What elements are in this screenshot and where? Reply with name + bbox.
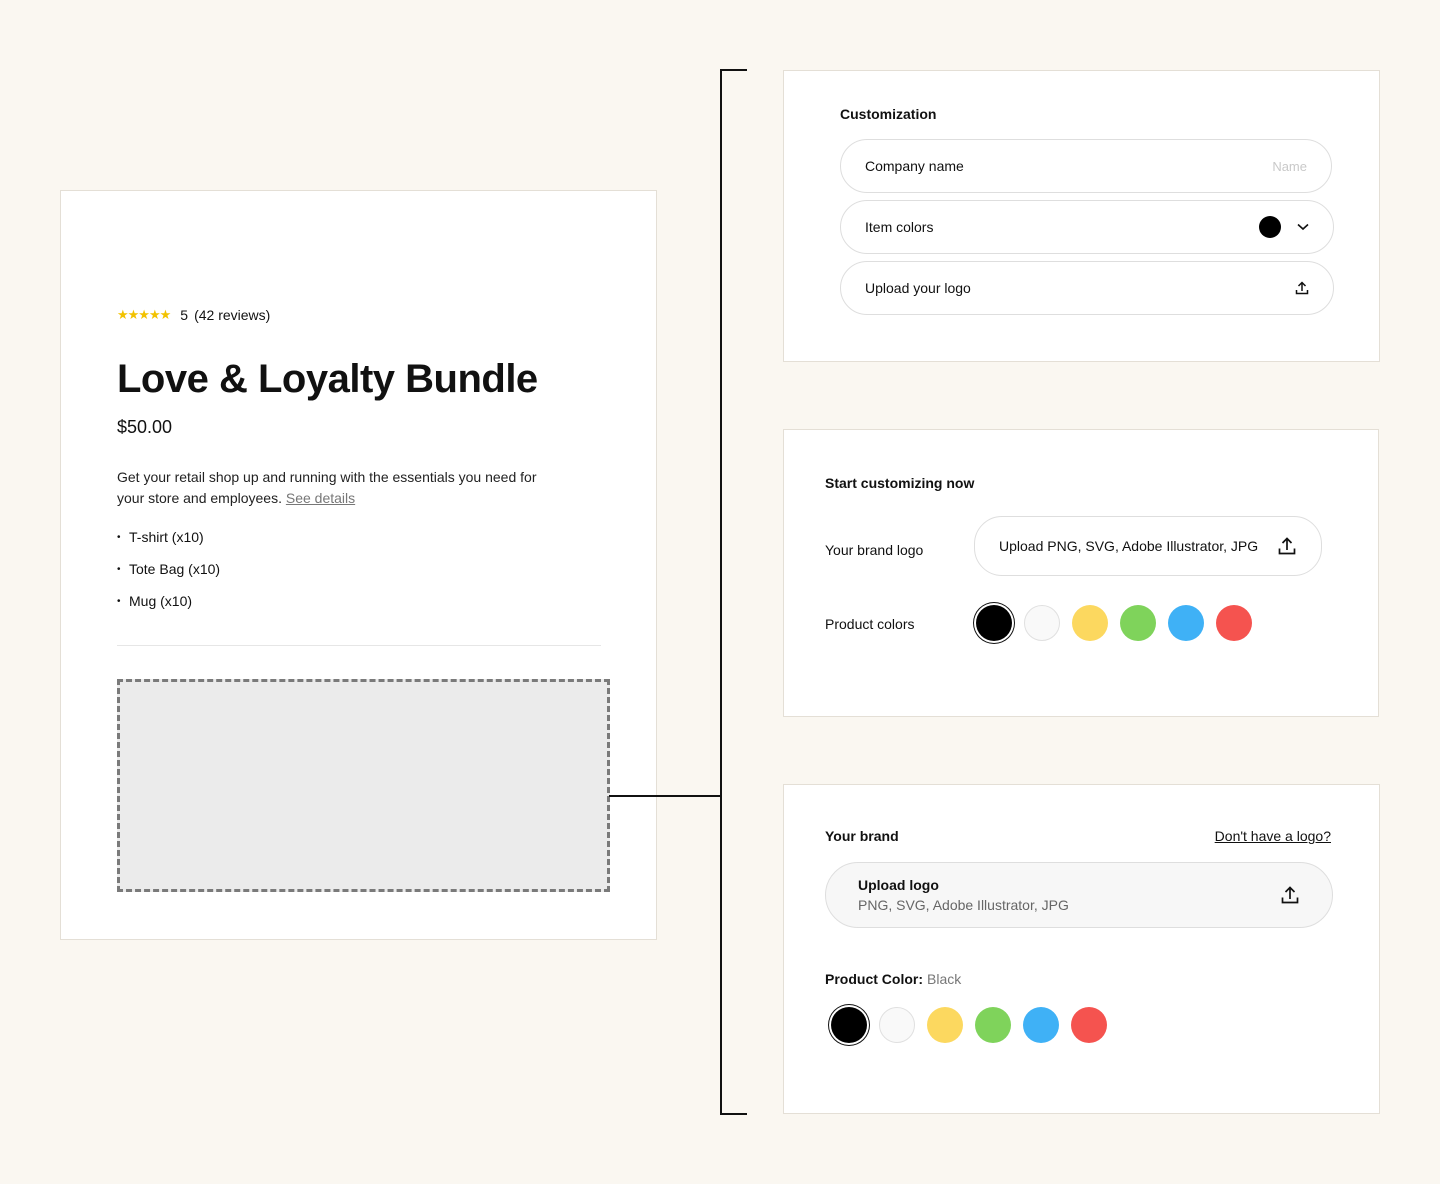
color-swatch-red[interactable]: [1216, 605, 1252, 641]
item-colors-select[interactable]: Item colors: [840, 200, 1334, 254]
product-colors-label: Product colors: [825, 616, 915, 632]
field-label: Company name: [865, 158, 964, 174]
color-swatch-blue[interactable]: [1023, 1007, 1059, 1043]
review-count: (42 reviews): [194, 307, 271, 323]
color-swatch-black[interactable]: [831, 1007, 867, 1043]
customization-variant-b: Start customizing now Your brand logo Up…: [783, 429, 1379, 717]
customization-placeholder: [117, 679, 610, 892]
upload-logo-button[interactable]: Upload your logo: [840, 261, 1334, 315]
product-card: ★★★★★ 5 (42 reviews) Love & Loyalty Bund…: [60, 190, 657, 940]
color-swatches: [976, 605, 1264, 641]
field-label: Item colors: [865, 219, 934, 235]
product-price: $50.00: [117, 417, 173, 437]
product-color-label: Product Color: Black: [825, 971, 961, 987]
upload-text: Upload PNG, SVG, Adobe Illustrator, JPG: [999, 538, 1259, 554]
color-swatch-green[interactable]: [1120, 605, 1156, 641]
list-item: • T-shirt (x10): [117, 527, 220, 559]
bundle-items: • T-shirt (x10) • Tote Bag (x10) • Mug (x10…: [117, 527, 220, 623]
bracket-vertical: [720, 69, 722, 1115]
bullet-icon: •: [117, 596, 121, 607]
field-label: Upload your logo: [865, 280, 971, 296]
customization-variant-c: Your brand Don't have a logo? Upload log…: [783, 784, 1380, 1114]
chevron-down-icon: [1297, 223, 1309, 231]
upload-logo-button[interactable]: Upload PNG, SVG, Adobe Illustrator, JPG: [974, 516, 1322, 576]
upload-formats: PNG, SVG, Adobe Illustrator, JPG: [858, 897, 1069, 913]
upload-logo-dropzone[interactable]: Upload logo PNG, SVG, Adobe Illustrator,…: [825, 862, 1333, 928]
color-swatch-black[interactable]: [976, 605, 1012, 641]
color-swatch-yellow[interactable]: [1072, 605, 1108, 641]
section-title: Your brand: [825, 828, 899, 844]
selected-color-swatch: [1259, 216, 1281, 238]
bracket-top: [720, 69, 747, 71]
no-logo-link[interactable]: Don't have a logo?: [1215, 828, 1331, 844]
color-swatch-yellow[interactable]: [927, 1007, 963, 1043]
upload-title: Upload logo: [858, 877, 939, 893]
customization-variant-a: Customization Company name Name Item col…: [783, 70, 1380, 362]
divider: [117, 645, 601, 646]
upload-text: Upload logo PNG, SVG, Adobe Illustrator,…: [858, 875, 1280, 915]
color-swatch-white[interactable]: [879, 1007, 915, 1043]
section-title: Start customizing now: [825, 475, 975, 491]
color-swatch-blue[interactable]: [1168, 605, 1204, 641]
company-name-placeholder: Name: [1272, 158, 1307, 174]
star-rating-icon: ★★★★★: [117, 307, 171, 322]
product-color-value: Black: [927, 971, 962, 987]
bullet-icon: •: [117, 532, 121, 543]
rating-score: 5: [180, 307, 189, 323]
product-color-key: Product Color:: [825, 971, 923, 987]
product-title: Love & Loyalty Bundle: [117, 357, 538, 401]
color-swatch-red[interactable]: [1071, 1007, 1107, 1043]
section-title: Customization: [840, 106, 937, 122]
see-details-link[interactable]: See details: [286, 490, 355, 506]
upload-icon: [1295, 281, 1309, 295]
upload-icon: [1277, 536, 1297, 556]
brand-logo-label: Your brand logo: [825, 542, 924, 558]
company-name-field[interactable]: Company name Name: [840, 139, 1332, 193]
bullet-icon: •: [117, 564, 121, 575]
bracket-bottom: [720, 1113, 747, 1115]
list-item: • Tote Bag (x10): [117, 559, 220, 591]
color-swatch-green[interactable]: [975, 1007, 1011, 1043]
list-item: • Mug (x10): [117, 591, 220, 623]
color-swatches: [831, 1007, 1119, 1043]
rating: ★★★★★ 5 (42 reviews): [117, 307, 270, 323]
color-swatch-white[interactable]: [1024, 605, 1060, 641]
upload-icon: [1280, 885, 1300, 905]
product-description: Get your retail shop up and running with…: [117, 467, 557, 509]
connector-line: [609, 795, 721, 797]
